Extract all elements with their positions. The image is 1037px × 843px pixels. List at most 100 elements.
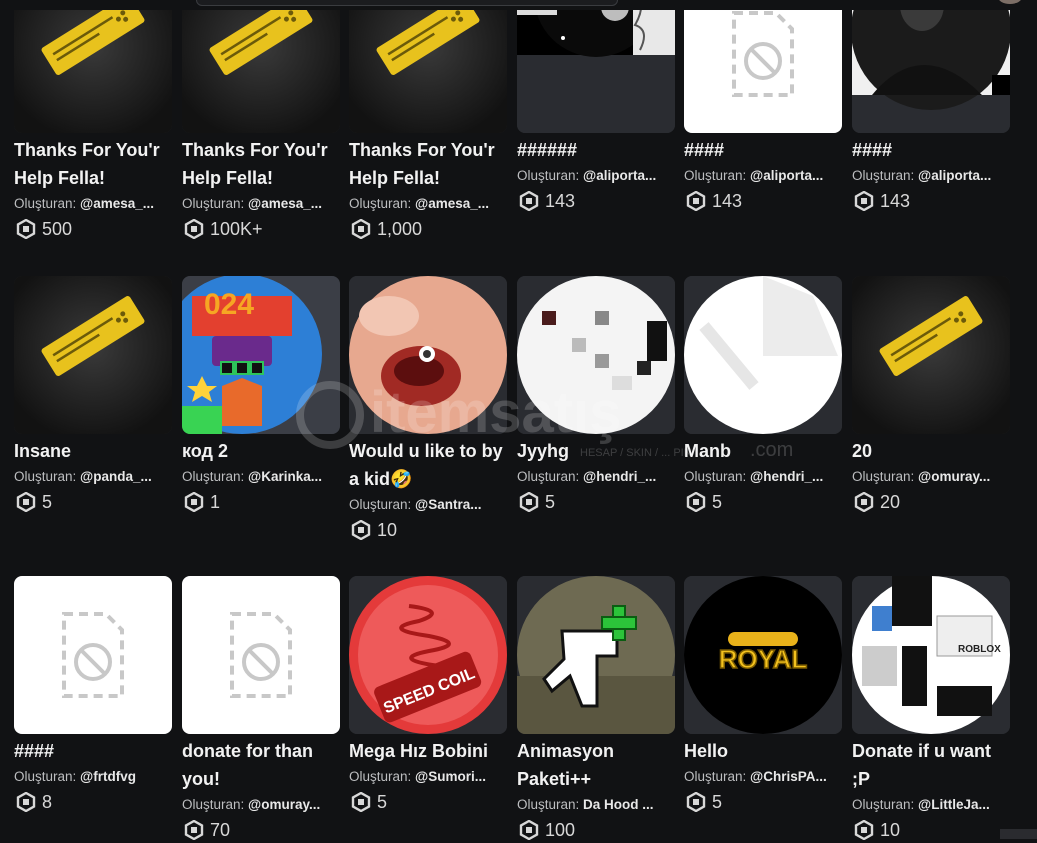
item-name[interactable]: Donate if u want ;P: [852, 737, 1010, 793]
item-name[interactable]: Hello: [684, 737, 842, 765]
item-name[interactable]: код 2: [182, 437, 340, 465]
robux-icon: [351, 520, 371, 540]
creator-label: Oluşturan:: [182, 196, 245, 211]
item-card[interactable]: #### Oluşturan: @aliporta... 143: [684, 0, 842, 214]
price-value: 5: [377, 792, 388, 812]
item-name[interactable]: donate for than you!: [182, 737, 340, 793]
creator-link[interactable]: @panda_...: [80, 469, 152, 484]
item-card[interactable]: 20 Oluşturan: @omuray... 20: [852, 276, 1010, 515]
item-thumbnail[interactable]: [852, 0, 1010, 133]
item-name[interactable]: Thanks For You'r Help Fella!: [349, 136, 507, 192]
creator-link[interactable]: @amesa_...: [248, 196, 322, 211]
item-name[interactable]: Manb: [684, 437, 842, 465]
ticket-icon: [14, 0, 172, 133]
item-name[interactable]: ######: [517, 136, 675, 164]
item-card[interactable]: Animasyon Paketi++ Oluşturan: Da Hood ..…: [517, 576, 675, 843]
item-creator: Oluşturan: @hendri_...: [684, 467, 836, 487]
item-thumbnail[interactable]: ROYAL: [684, 576, 842, 734]
item-card[interactable]: Thanks For You'r Help Fella! Oluşturan: …: [182, 0, 340, 242]
robux-icon: [16, 792, 36, 812]
creator-link[interactable]: @Sumori...: [415, 769, 486, 784]
item-card[interactable]: Thanks For You'r Help Fella! Oluşturan: …: [349, 0, 507, 242]
speed-coil-image: SPEED COIL: [349, 576, 507, 734]
item-price: 100: [517, 817, 675, 843]
item-thumbnail[interactable]: [349, 276, 507, 434]
creator-link[interactable]: Da Hood ...: [583, 797, 654, 812]
item-creator: Oluşturan: @aliporta...: [852, 166, 1004, 186]
item-price: 1,000: [349, 216, 507, 242]
item-thumbnail[interactable]: [517, 276, 675, 434]
item-card[interactable]: Jyyhg Oluşturan: @hendri_... 5: [517, 276, 675, 515]
item-thumbnail[interactable]: [684, 0, 842, 133]
item-thumbnail[interactable]: [852, 276, 1010, 434]
item-thumbnail[interactable]: [14, 0, 172, 133]
item-thumbnail[interactable]: [182, 576, 340, 734]
item-name[interactable]: Thanks For You'r Help Fella!: [182, 136, 340, 192]
creator-link[interactable]: @hendri_...: [750, 469, 823, 484]
creator-label: Oluşturan:: [14, 196, 77, 211]
item-name[interactable]: Thanks For You'r Help Fella!: [14, 136, 172, 192]
creator-link[interactable]: @aliporta...: [583, 168, 656, 183]
creator-link[interactable]: @frtdfvg: [80, 769, 136, 784]
item-thumbnail[interactable]: [684, 276, 842, 434]
item-card[interactable]: donate for than you! Oluşturan: @omuray.…: [182, 576, 340, 843]
item-card[interactable]: #### Oluşturan: @frtdfvg 8: [14, 576, 172, 815]
item-card[interactable]: Would u like to by a kid🤣 Oluşturan: @Sa…: [349, 276, 507, 543]
creator-link[interactable]: @aliporta...: [750, 168, 823, 183]
creator-link[interactable]: @hendri_...: [583, 469, 656, 484]
item-name[interactable]: Insane: [14, 437, 172, 465]
item-thumbnail[interactable]: SPEED COIL: [349, 576, 507, 734]
pixel-image: [517, 276, 675, 434]
price-value: 20: [880, 492, 901, 512]
creator-link[interactable]: @Santra...: [415, 497, 481, 512]
item-price: 100K+: [182, 216, 340, 242]
item-thumbnail[interactable]: ROBLOX: [852, 576, 1010, 734]
item-price: 70: [182, 817, 340, 843]
robux-icon: [686, 792, 706, 812]
scrollbar-corner: [1000, 829, 1037, 839]
sketch-image: [517, 0, 675, 133]
item-card[interactable]: SPEED COIL Mega Hız Bobini Oluşturan: @S…: [349, 576, 507, 815]
item-name[interactable]: 20: [852, 437, 1010, 465]
item-thumbnail[interactable]: [517, 0, 675, 133]
item-price: 10: [349, 517, 507, 543]
item-card[interactable]: Insane Oluşturan: @panda_... 5: [14, 276, 172, 515]
item-name[interactable]: Would u like to by a kid🤣: [349, 437, 507, 493]
item-name[interactable]: Mega Hız Bobini: [349, 737, 507, 765]
item-name[interactable]: ####: [852, 136, 1010, 164]
avatar[interactable]: [998, 0, 1022, 4]
creator-link[interactable]: @omuray...: [248, 797, 320, 812]
item-thumbnail[interactable]: [14, 576, 172, 734]
item-card[interactable]: Manb Oluşturan: @hendri_... 5: [684, 276, 842, 515]
creator-link[interactable]: @amesa_...: [80, 196, 154, 211]
search-bar[interactable]: [196, 0, 618, 6]
item-creator: Oluşturan: @Santra...: [349, 495, 501, 515]
item-name[interactable]: ####: [14, 737, 172, 765]
roblox-text: ROBLOX: [958, 644, 1001, 655]
item-card[interactable]: 024 код 2 Oluşturan: @Karinka... 1: [182, 276, 340, 515]
robux-icon: [854, 492, 874, 512]
item-creator: Oluşturan: @amesa_...: [349, 194, 501, 214]
item-card[interactable]: ###### Oluşturan: @aliporta... 143: [517, 0, 675, 214]
item-thumbnail[interactable]: [517, 576, 675, 734]
creator-link[interactable]: @amesa_...: [415, 196, 489, 211]
item-thumbnail[interactable]: [182, 0, 340, 133]
item-price: 500: [14, 216, 172, 242]
creator-link[interactable]: @Karinka...: [248, 469, 322, 484]
creator-link[interactable]: @ChrisPA...: [750, 769, 827, 784]
creator-link[interactable]: @omuray...: [918, 469, 990, 484]
unavailable-icon: [14, 576, 172, 734]
creator-link[interactable]: @LittleJa...: [918, 797, 990, 812]
item-card[interactable]: ROBLOX Donate if u want ;P Oluşturan: @L…: [852, 576, 1010, 843]
item-name[interactable]: ####: [684, 136, 842, 164]
item-card[interactable]: ROYAL Hello Oluşturan: @ChrisPA... 5: [684, 576, 842, 815]
item-name[interactable]: Jyyhg: [517, 437, 675, 465]
creator-link[interactable]: @aliporta...: [918, 168, 991, 183]
item-thumbnail[interactable]: [349, 0, 507, 133]
creator-label: Oluşturan:: [852, 168, 915, 183]
item-thumbnail[interactable]: 024: [182, 276, 340, 434]
item-name[interactable]: Animasyon Paketi++: [517, 737, 675, 793]
item-card[interactable]: #### Oluşturan: @aliporta... 143: [852, 0, 1010, 214]
item-card[interactable]: Thanks For You'r Help Fella! Oluşturan: …: [14, 0, 172, 242]
item-thumbnail[interactable]: [14, 276, 172, 434]
